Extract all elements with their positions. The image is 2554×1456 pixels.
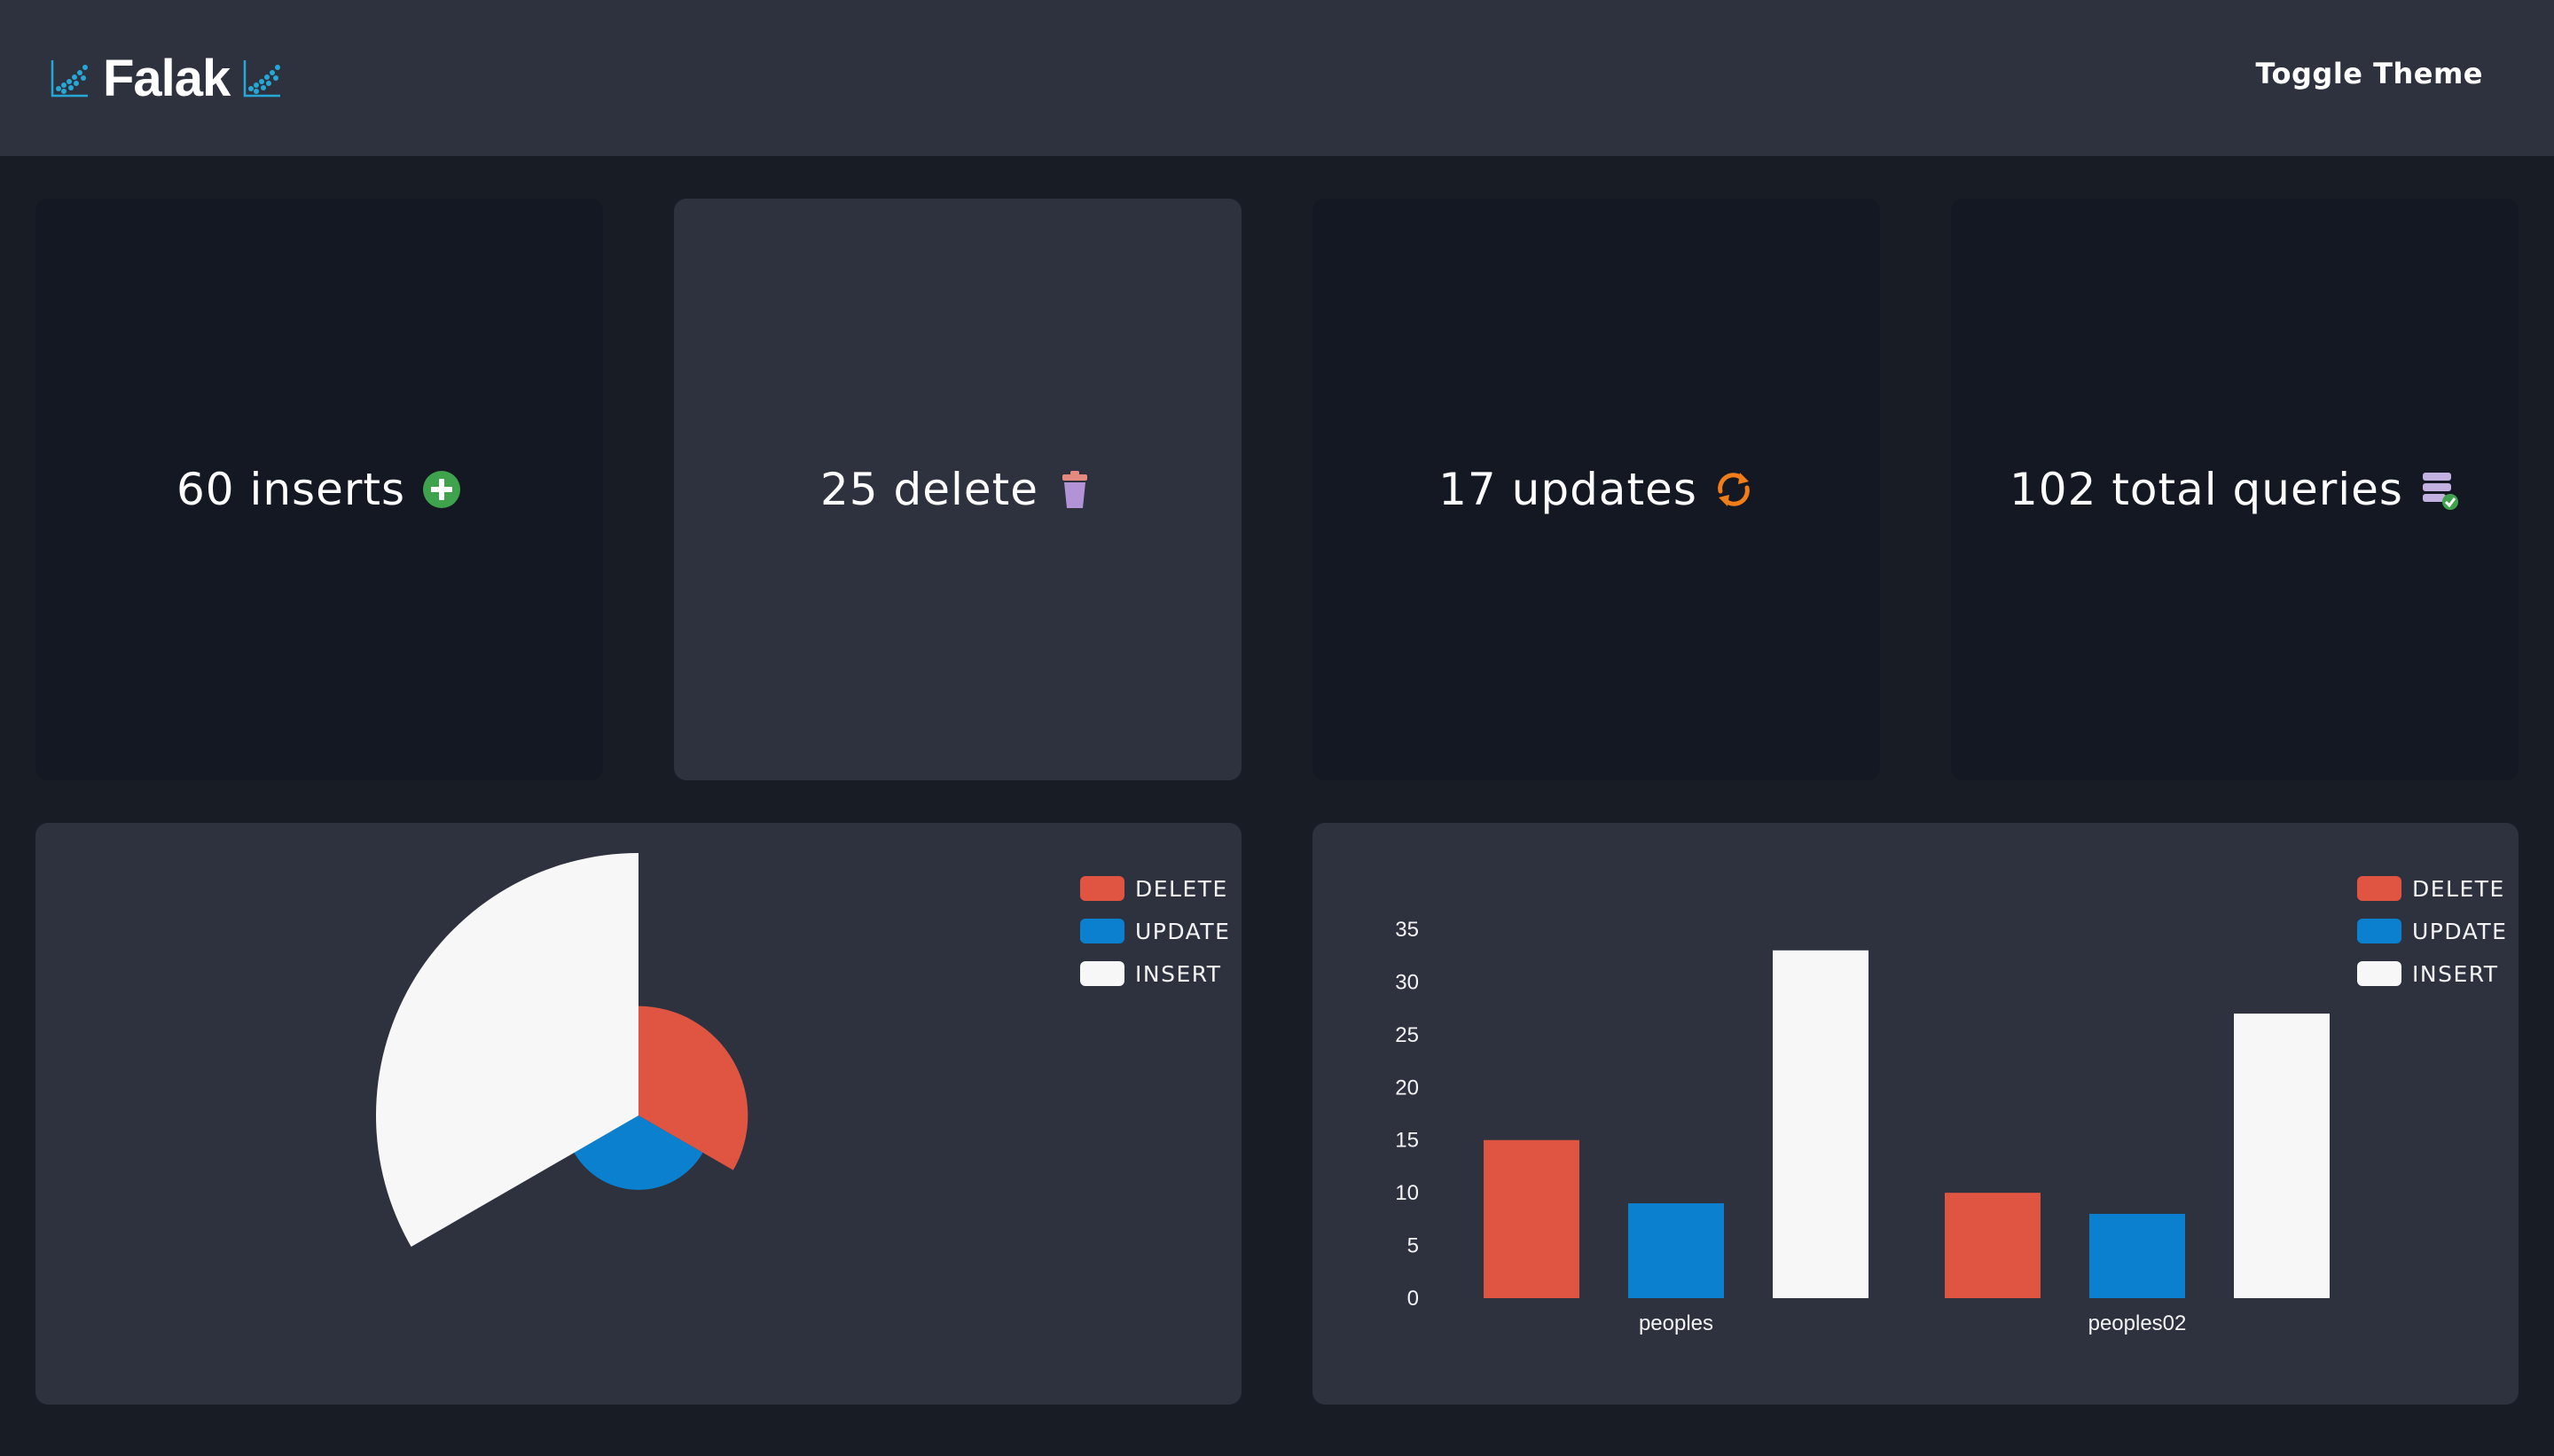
stat-card-delete: 25 delete (674, 199, 1242, 780)
y-tick-label: 5 (1407, 1234, 1419, 1258)
stat-label: 17 updates (1438, 464, 1697, 515)
trash-icon (1062, 471, 1088, 508)
plus-circle-icon (423, 471, 461, 508)
legend-item-delete[interactable]: DELETE (2357, 867, 2507, 910)
bar-insert-peoples[interactable] (1773, 950, 1868, 1298)
legend-label: DELETE (2412, 875, 2505, 902)
legend-swatch (2357, 919, 2401, 943)
top-bar: Falak Toggle Theme (0, 0, 2554, 156)
legend-label: INSERT (1135, 960, 1222, 987)
bar-delete-peoples02[interactable] (1945, 1193, 2041, 1298)
stat-card-updates: 17 updates (1312, 199, 1880, 780)
polar-chart-legend: DELETE UPDATE INSERT (1080, 867, 1230, 995)
legend-item-insert[interactable]: INSERT (2357, 952, 2507, 995)
stat-card-total-queries: 102 total queries (1951, 199, 2519, 780)
stat-card-inserts: 60 inserts (35, 199, 603, 780)
y-tick-label: 25 (1395, 1023, 1419, 1047)
polar-chart-panel: DELETE UPDATE INSERT (35, 823, 1242, 1405)
bar-delete-peoples[interactable] (1484, 1139, 1579, 1298)
y-tick-label: 35 (1395, 918, 1419, 942)
x-tick-label: peoples (1639, 1311, 1713, 1335)
stat-label: 60 inserts (176, 464, 406, 515)
y-tick-label: 0 (1407, 1287, 1419, 1311)
bar-chart-panel: 0 5 10 15 20 25 30 35 peoples peoples02 DELETE UP… (1312, 823, 2519, 1405)
legend-label: UPDATE (2412, 918, 2508, 944)
y-tick-label: 20 (1395, 1076, 1419, 1100)
legend-item-insert[interactable]: INSERT (1080, 952, 1230, 995)
legend-label: DELETE (1135, 875, 1228, 902)
legend-item-update[interactable]: UPDATE (1080, 910, 1230, 952)
legend-swatch (2357, 876, 2401, 901)
bar-update-peoples02[interactable] (2089, 1213, 2185, 1298)
chart-logo-icon (244, 60, 281, 98)
brand-logo[interactable]: Falak (50, 46, 283, 110)
bar-chart: 0 5 10 15 20 25 30 35 peoples peoples02 (1395, 918, 2330, 1335)
bar-chart-legend: DELETE UPDATE INSERT (2357, 867, 2507, 995)
toggle-theme-button[interactable]: Toggle Theme (2255, 57, 2483, 90)
legend-swatch (1080, 919, 1124, 943)
chart-logo-icon (51, 60, 88, 98)
legend-item-update[interactable]: UPDATE (2357, 910, 2507, 952)
polar-slice-insert[interactable] (376, 853, 638, 1247)
y-tick-label: 10 (1395, 1181, 1419, 1205)
refresh-icon (1718, 473, 1750, 506)
legend-item-delete[interactable]: DELETE (1080, 867, 1230, 910)
stat-label: 25 delete (819, 464, 1039, 515)
bar-insert-peoples02[interactable] (2234, 1014, 2330, 1298)
legend-swatch (1080, 961, 1124, 986)
bar-update-peoples[interactable] (1628, 1203, 1724, 1298)
legend-label: UPDATE (1135, 918, 1231, 944)
stat-label: 102 total queries (2009, 464, 2403, 515)
legend-swatch (1080, 876, 1124, 901)
legend-label: INSERT (2412, 960, 2499, 987)
database-check-icon (2423, 473, 2458, 510)
app-name: Falak (103, 49, 231, 107)
polar-area-chart (376, 853, 748, 1247)
y-tick-label: 15 (1395, 1129, 1419, 1153)
y-tick-label: 30 (1395, 970, 1419, 994)
x-tick-label: peoples02 (2088, 1311, 2187, 1335)
legend-swatch (2357, 961, 2401, 986)
